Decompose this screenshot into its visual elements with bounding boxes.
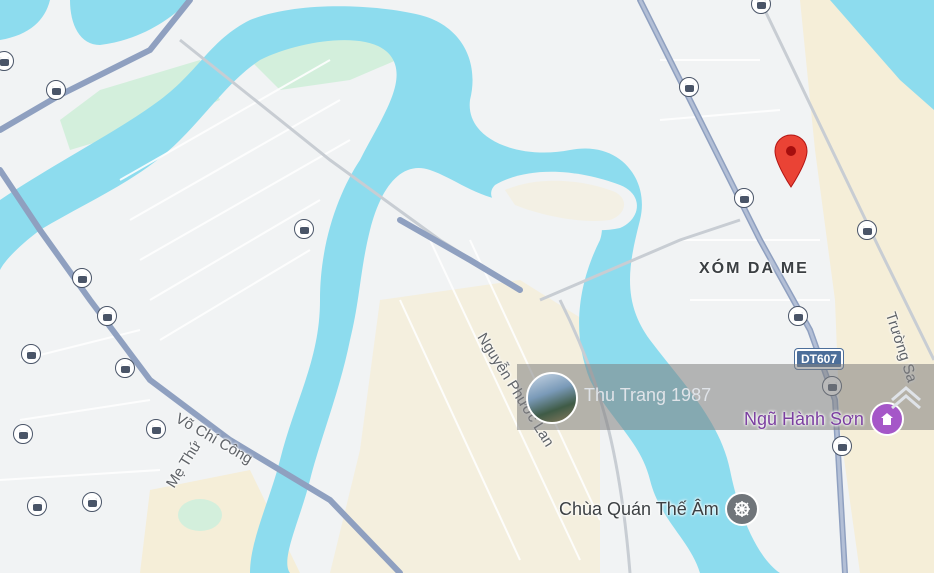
poi-chua-quan-the-am[interactable]: Chùa Quán Thế Âm xyxy=(559,492,759,526)
photo-card-name[interactable]: Thu Trang 1987 xyxy=(584,385,711,406)
bus-stop-icon[interactable] xyxy=(294,219,314,239)
bus-stop-icon[interactable] xyxy=(146,419,166,439)
bus-stop-icon[interactable] xyxy=(832,436,852,456)
bus-stop-icon[interactable] xyxy=(46,80,66,100)
bus-stop-icon[interactable] xyxy=(82,492,102,512)
bus-stop-icon[interactable] xyxy=(97,306,117,326)
map-canvas[interactable] xyxy=(0,0,934,573)
temple-wheel-icon xyxy=(724,492,759,526)
bus-stop-icon[interactable] xyxy=(679,77,699,97)
bus-stop-icon[interactable] xyxy=(13,424,33,444)
bus-stop-icon[interactable] xyxy=(21,344,41,364)
area-label-xom-da-me: XÓM DA ME xyxy=(699,260,809,277)
location-pin-icon[interactable] xyxy=(773,133,809,189)
bus-stop-icon[interactable] xyxy=(72,268,92,288)
user-photo-avatar[interactable] xyxy=(526,372,578,424)
bus-stop-icon[interactable] xyxy=(27,496,47,516)
district-name: Ngũ Hành Sơn xyxy=(744,408,864,429)
bus-stop-icon[interactable] xyxy=(857,220,877,240)
poi-name: Chùa Quán Thế Âm xyxy=(559,498,719,519)
bus-stop-icon[interactable] xyxy=(734,188,754,208)
bus-stop-icon[interactable] xyxy=(115,358,135,378)
district-label-ngu-hanh-son[interactable]: Ngũ Hành Sơn xyxy=(744,402,904,436)
bus-stop-icon[interactable] xyxy=(788,306,808,326)
layers-chevron-icon[interactable] xyxy=(888,382,924,412)
